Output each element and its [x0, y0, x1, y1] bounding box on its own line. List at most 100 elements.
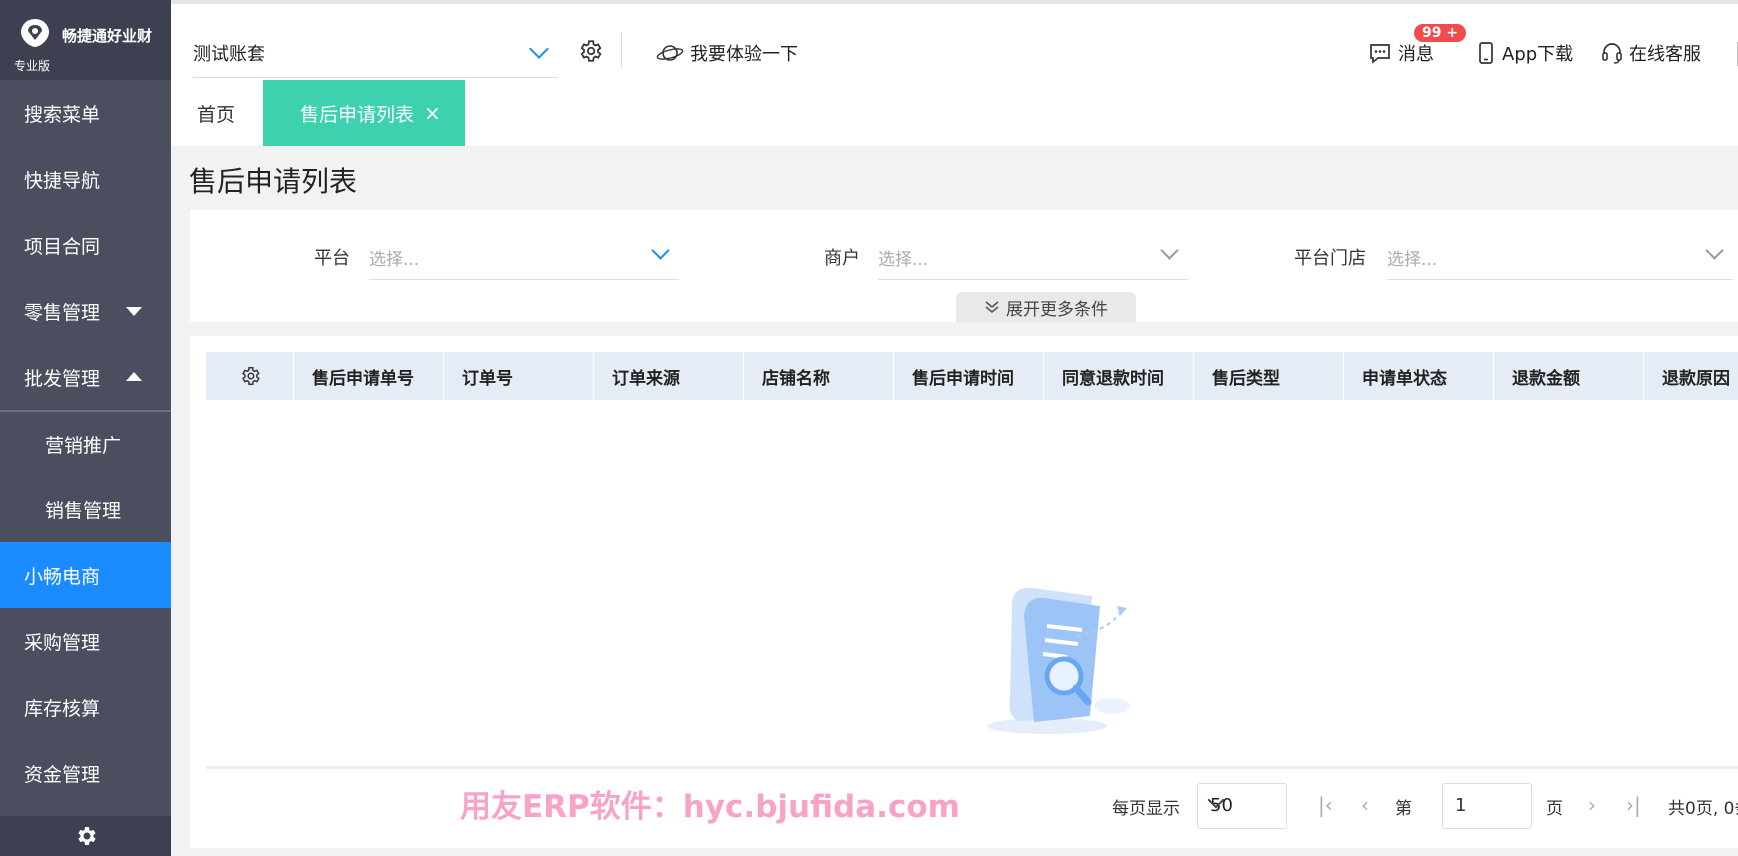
sidebar-item-label: 资金管理 [24, 763, 101, 786]
sidebar-item-sales[interactable]: 销售管理 [0, 477, 171, 542]
sidebar-item-label: 库存核算 [24, 697, 101, 720]
chevron-down-icon [529, 39, 549, 59]
per-page-label: 每页显示 [1112, 799, 1180, 819]
column-header[interactable]: 申请单状态 [1344, 352, 1494, 400]
column-settings[interactable] [206, 352, 294, 400]
expand-more-label: 展开更多条件 [1006, 299, 1108, 320]
page-title: 售后申请列表 [189, 165, 358, 198]
sidebar-item-purchase[interactable]: 采购管理 [0, 608, 171, 674]
messages-badge: 99 + [1414, 24, 1467, 42]
column-header[interactable]: 订单来源 [594, 352, 744, 400]
sidebar-item-label: 营销推广 [45, 435, 122, 457]
sidebar: 畅捷通好业财 专业版 搜索菜单 快捷导航 项目合同 零售管理 批发管理 营销推广… [0, 0, 171, 856]
page-suffix: 页 [1546, 799, 1563, 819]
message-icon [1370, 44, 1390, 64]
brand-logo-icon [21, 19, 49, 47]
sidebar-item-label: 快捷导航 [24, 169, 101, 192]
gear-icon [241, 367, 260, 385]
column-header[interactable]: 售后类型 [1194, 352, 1344, 400]
chevron-down-icon [1160, 241, 1179, 260]
tab-bar: 首页 售后申请列表 × [171, 80, 1738, 146]
divider [621, 32, 622, 68]
store-placeholder: 选择... [1387, 250, 1438, 270]
merchant-select[interactable]: 选择... [878, 236, 1188, 280]
account-value: 测试账套 [193, 44, 265, 65]
sidebar-item-label: 搜索菜单 [24, 103, 101, 126]
try-experience-link[interactable]: 我要体验一下 [656, 40, 798, 66]
sidebar-item-inventory[interactable]: 库存核算 [0, 674, 171, 740]
sidebar-item-project-contract[interactable]: 项目合同 [0, 212, 171, 278]
column-header[interactable]: 店铺名称 [744, 352, 894, 400]
column-header[interactable]: 退款金额 [1494, 352, 1644, 400]
next-page-icon[interactable]: › [1588, 793, 1596, 817]
planet-icon [656, 45, 684, 61]
tab-active-label: 售后申请列表 [300, 103, 415, 126]
merchant-placeholder: 选择... [878, 250, 929, 270]
column-header[interactable]: 退款原因 [1644, 352, 1738, 400]
pagination-bar: 用友ERP软件：hyc.bjufida.com 每页显示 50 |‹ ‹ 第 1… [206, 766, 1738, 836]
online-service-button[interactable]: 在线客服 [1601, 40, 1701, 66]
watermark-text: 用友ERP软件：hyc.bjufida.com [460, 789, 960, 825]
page-number-input[interactable]: 1 [1442, 783, 1532, 829]
sidebar-item-wholesale[interactable]: 批发管理 [0, 344, 171, 410]
store-select[interactable]: 选择... [1387, 236, 1733, 280]
column-header[interactable]: 售后申请时间 [894, 352, 1044, 400]
double-chevron-down-icon [985, 301, 999, 314]
sidebar-item-label: 小畅电商 [24, 565, 101, 588]
per-page-select[interactable]: 50 [1197, 783, 1287, 829]
platform-placeholder: 选择... [369, 250, 420, 270]
chevron-down-icon [1705, 241, 1724, 260]
phone-icon [1479, 42, 1493, 64]
empty-data-illustration [987, 587, 1130, 734]
brand-name: 畅捷通好业财 [62, 27, 153, 45]
table-header: 售后申请单号 订单号 订单来源 店铺名称 售后申请时间 同意退款时间 售后类型 … [206, 352, 1738, 400]
brand-edition: 专业版 [14, 59, 51, 73]
account-select[interactable]: 测试账套 [193, 34, 558, 78]
sidebar-item-quick-nav[interactable]: 快捷导航 [0, 146, 171, 212]
column-header[interactable]: 同意退款时间 [1044, 352, 1194, 400]
last-page-icon[interactable]: ›| [1626, 793, 1641, 817]
caret-up-icon [126, 372, 142, 381]
sidebar-footer [0, 816, 171, 856]
sidebar-item-label: 销售管理 [45, 500, 122, 522]
gear-icon[interactable] [74, 824, 98, 848]
column-header[interactable]: 订单号 [444, 352, 594, 400]
sidebar-item-label: 批发管理 [24, 367, 101, 390]
try-experience-label: 我要体验一下 [690, 44, 798, 65]
messages-label: 消息 [1398, 44, 1434, 65]
expand-more-button[interactable]: 展开更多条件 [956, 292, 1136, 322]
app-download-button[interactable]: App下载 [1476, 40, 1573, 66]
headset-icon [1602, 43, 1622, 64]
page-prefix: 第 [1395, 799, 1412, 819]
sidebar-item-funds[interactable]: 资金管理 [0, 740, 171, 806]
top-bar: 测试账套 我要体验一下 消息 99 + App下载 在线客服 [171, 0, 1738, 80]
page-number-value: 1 [1455, 795, 1467, 816]
app-download-label: App下载 [1502, 44, 1574, 65]
sidebar-item-search-menu[interactable]: 搜索菜单 [0, 80, 171, 146]
sidebar-item-ecommerce[interactable]: 小畅电商 [0, 542, 171, 608]
caret-down-icon [126, 307, 142, 316]
sidebar-item-label: 采购管理 [24, 631, 101, 654]
tab-after-sales-list[interactable]: 售后申请列表 × [263, 80, 465, 146]
data-grid: 售后申请单号 订单号 订单来源 店铺名称 售后申请时间 同意退款时间 售后类型 … [190, 336, 1738, 848]
tab-home-label: 首页 [197, 103, 236, 126]
filter-panel: 平台 选择... 商户 选择... 平台门店 选择... 展开更多条件 [190, 210, 1738, 322]
merchant-label: 商户 [824, 248, 860, 269]
messages-button[interactable]: 消息 [1368, 40, 1434, 66]
sidebar-item-label: 项目合同 [24, 235, 101, 258]
column-header[interactable]: 售后申请单号 [294, 352, 444, 400]
first-page-icon[interactable]: |‹ [1318, 793, 1333, 817]
online-service-label: 在线客服 [1629, 44, 1701, 65]
platform-select[interactable]: 选择... [369, 236, 679, 280]
close-icon[interactable]: × [424, 101, 441, 125]
tab-home[interactable]: 首页 [197, 80, 235, 146]
chevron-down-icon [651, 241, 670, 260]
sidebar-item-retail[interactable]: 零售管理 [0, 278, 171, 344]
sidebar-item-label: 零售管理 [24, 301, 101, 324]
prev-page-icon[interactable]: ‹ [1361, 793, 1369, 817]
sidebar-item-marketing[interactable]: 营销推广 [0, 412, 171, 477]
platform-label: 平台 [314, 248, 350, 269]
store-label: 平台门店 [1294, 248, 1366, 269]
page-total: 共0页, 0条 [1668, 799, 1738, 819]
settings-gear-icon[interactable] [577, 38, 603, 64]
